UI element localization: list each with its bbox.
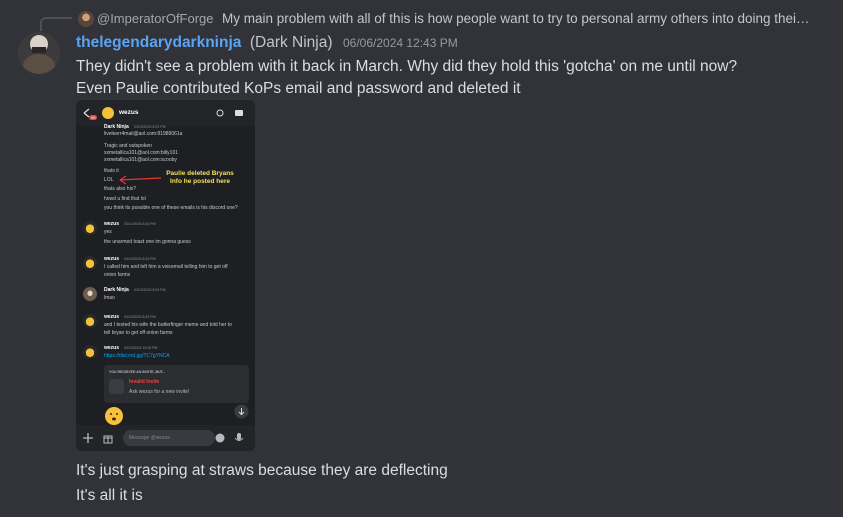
attachment-image[interactable]: 99 wezus Dark Ninja 03/13/2024 8:23 PM l… (76, 100, 255, 451)
scroll-down-icon (234, 404, 249, 419)
message-text: lmao (104, 295, 115, 301)
top-line: Tragic and outspoken (104, 143, 152, 149)
message-text: onion farms (104, 272, 131, 278)
reply-text[interactable]: My main problem with all of this is how … (222, 11, 810, 26)
top-line: LOL (104, 177, 114, 183)
top-message-time: 03/13/2024 8:23 PM (134, 125, 166, 129)
composer-bar: Message @wezus (76, 425, 255, 451)
message-name: wezus (104, 314, 120, 320)
wezus-avatar (83, 314, 97, 328)
message-time: 03/13/2024 10:09 PM (124, 346, 158, 350)
emoji-icon (215, 433, 225, 443)
message-line-3: It's just grasping at straws because the… (76, 462, 448, 479)
message-text: the unarmed toast one im gonna guess (104, 239, 191, 245)
message-time: 03/13/2024 8:29 PM (134, 288, 166, 292)
message-line-2: Even Paulie contributed KoPs email and p… (76, 80, 521, 97)
message-name: wezus (104, 221, 120, 227)
top-line: you think its possible one of these emai… (104, 205, 238, 211)
message-time: 03/13/2024 8:29 PM (124, 315, 156, 319)
message-time: 03/13/2024 8:29 PM (124, 257, 156, 261)
author-nickname: (Dark Ninja) (249, 34, 333, 51)
annotation-arrow (119, 175, 162, 185)
invite-title: Invalid Invite (129, 379, 160, 385)
shushing-face-emoji-icon (105, 407, 123, 425)
wezus-avatar (83, 345, 97, 359)
top-line: xxmetallica101@aol.com:billy101 (104, 150, 178, 156)
ninja-avatar-image (18, 32, 60, 74)
message-name: wezus (104, 256, 120, 262)
message-line-4: It's all it is (76, 487, 143, 504)
message-text: I called him and left him a voicemail te… (104, 264, 228, 270)
reply-spine (40, 17, 72, 31)
gift-icon (103, 435, 113, 444)
plus-icon (83, 433, 93, 443)
dark-ninja-avatar (83, 287, 97, 301)
top-message-name: Dark Ninja (104, 124, 129, 130)
message-name: wezus (104, 345, 120, 351)
message-timestamp[interactable]: 06/06/2024 12:43 PM (343, 36, 458, 50)
invite-heading: YOU RECEIVED AN INVITE, BUT... (109, 370, 166, 374)
message-line-1: They didn't see a problem with it back i… (76, 58, 738, 75)
invite-icon (109, 379, 124, 394)
top-line: howd u find that lol (104, 196, 146, 202)
microphone-icon (234, 433, 244, 441)
top-line: thats also his? (104, 186, 136, 192)
invite-subtitle: Ask wezus for a new invite! (129, 389, 190, 395)
message-name: Dark Ninja (104, 287, 129, 293)
top-line: xxmetallica101@aol.com:scooby (104, 157, 177, 163)
message-time: 03/13/2024 8:26 PM (124, 222, 156, 226)
dm-header-title: wezus (119, 109, 139, 116)
dm-header: 99 wezus (76, 100, 255, 126)
wezus-avatar (83, 256, 97, 270)
reply-preview[interactable]: @ImperatorOfForge My main problem with a… (0, 8, 843, 31)
author-username[interactable]: thelegendarydarkninja (76, 34, 241, 51)
avatar[interactable] (18, 32, 60, 74)
message-text: tell bryan to get off onion farms (104, 330, 173, 336)
reply-username[interactable]: @ImperatorOfForge (97, 11, 214, 26)
invite-embed: YOU RECEIVED AN INVITE, BUT... Invalid I… (104, 365, 249, 403)
message-text: and I texted his wife the butterfinger m… (104, 322, 232, 328)
message-text: yes (104, 229, 112, 235)
composer-placeholder: Message @wezus (129, 435, 170, 441)
wezus-avatar (83, 221, 97, 235)
annotation-text: Paulie deleted Bryans Info he posted her… (166, 170, 234, 185)
dm-header-badge: 99 (89, 115, 98, 120)
invite-link: https://discord.gg/TC7gYNCA (104, 353, 170, 359)
reply-avatar[interactable] (78, 11, 94, 27)
top-line: liveleerr4mail@aol.com:81989061a (104, 131, 183, 137)
composer-input: Message @wezus (123, 430, 215, 446)
message-header: thelegendarydarkninja (Dark Ninja) 06/06… (76, 34, 458, 54)
